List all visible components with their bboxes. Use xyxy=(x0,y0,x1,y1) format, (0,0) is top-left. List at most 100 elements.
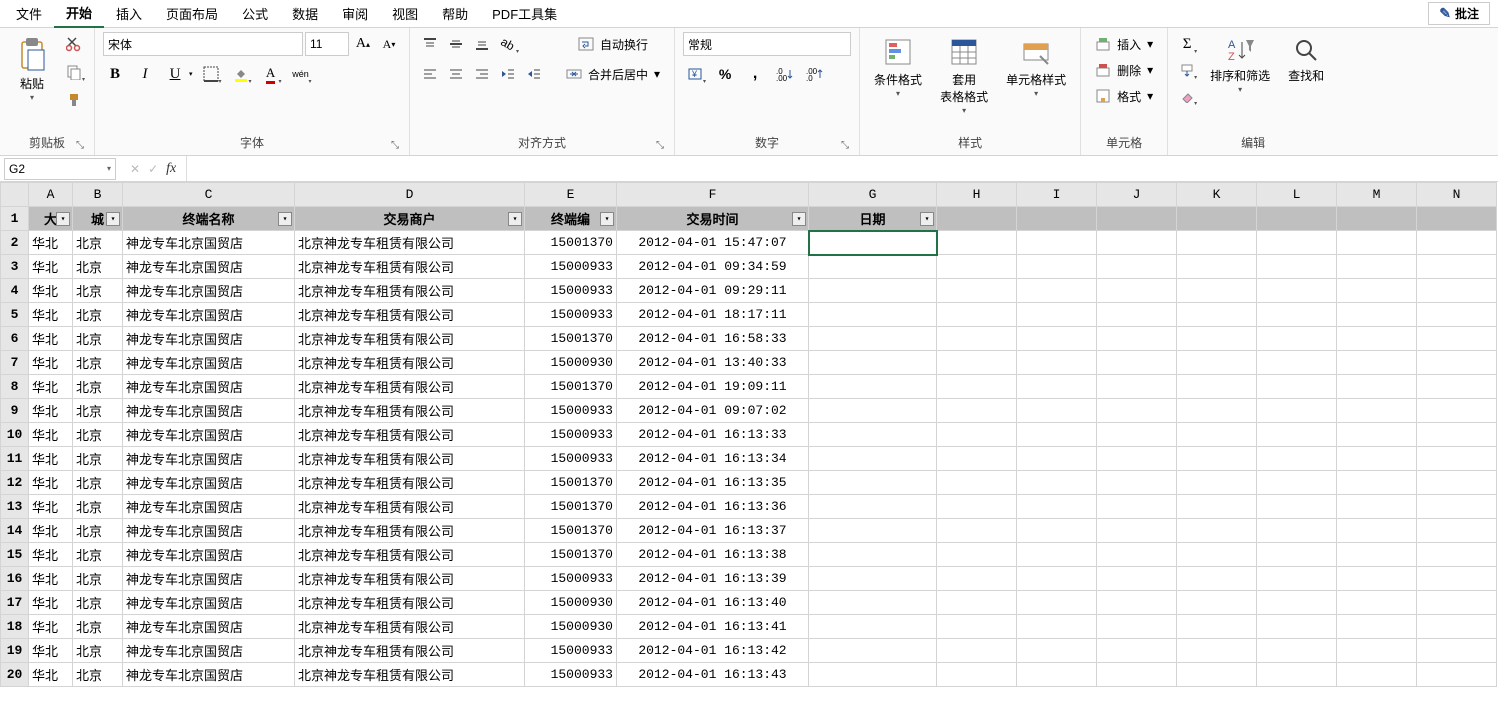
cell[interactable] xyxy=(937,615,1017,639)
cell[interactable] xyxy=(1177,303,1257,327)
cell[interactable]: 2012-04-01 16:13:38 xyxy=(617,543,809,567)
format-cells-button[interactable]: 格式▾ xyxy=(1089,84,1159,108)
col-header-G[interactable]: G xyxy=(809,183,937,207)
header-cell[interactable]: 终端编▾ xyxy=(525,207,617,231)
cell[interactable] xyxy=(1177,399,1257,423)
cell[interactable] xyxy=(1337,471,1417,495)
cell[interactable]: 2012-04-01 16:13:33 xyxy=(617,423,809,447)
cell[interactable]: 15000933 xyxy=(525,639,617,663)
cell[interactable]: 2012-04-01 09:34:59 xyxy=(617,255,809,279)
decrease-indent-button[interactable] xyxy=(496,62,520,86)
cell[interactable]: 15000930 xyxy=(525,591,617,615)
header-cell[interactable]: 日期▾ xyxy=(809,207,937,231)
menu-tab-review[interactable]: 审阅 xyxy=(330,0,380,27)
cell[interactable] xyxy=(1177,543,1257,567)
cell[interactable]: 北京神龙专车租赁有限公司 xyxy=(295,663,525,687)
row-header[interactable]: 12 xyxy=(1,471,29,495)
cell[interactable]: 神龙专车北京国贸店 xyxy=(123,663,295,687)
cell[interactable] xyxy=(1337,591,1417,615)
cell[interactable] xyxy=(1257,663,1337,687)
cell[interactable] xyxy=(937,471,1017,495)
cell[interactable] xyxy=(1337,447,1417,471)
row-header[interactable]: 15 xyxy=(1,543,29,567)
cell[interactable]: 华北 xyxy=(29,351,73,375)
cell[interactable]: 北京 xyxy=(73,519,123,543)
filter-dropdown-icon[interactable]: ▾ xyxy=(56,212,70,226)
cell[interactable]: 北京神龙专车租赁有限公司 xyxy=(295,303,525,327)
align-center-button[interactable] xyxy=(444,62,468,86)
accounting-format-button[interactable]: ¥▾ xyxy=(683,62,707,86)
cell[interactable]: 华北 xyxy=(29,423,73,447)
cell[interactable]: 北京 xyxy=(73,471,123,495)
cell[interactable] xyxy=(937,519,1017,543)
cell[interactable] xyxy=(809,591,937,615)
row-header[interactable]: 19 xyxy=(1,639,29,663)
cell[interactable] xyxy=(1177,351,1257,375)
cell[interactable]: 2012-04-01 16:13:39 xyxy=(617,567,809,591)
cell[interactable] xyxy=(1337,231,1417,255)
cell[interactable] xyxy=(937,303,1017,327)
cell[interactable] xyxy=(1257,615,1337,639)
cell[interactable] xyxy=(1257,447,1337,471)
cell[interactable] xyxy=(1417,447,1497,471)
filter-dropdown-icon[interactable]: ▾ xyxy=(508,212,522,226)
cell[interactable] xyxy=(1017,423,1097,447)
cell[interactable]: 2012-04-01 09:07:02 xyxy=(617,399,809,423)
cell[interactable]: 北京神龙专车租赁有限公司 xyxy=(295,231,525,255)
cell[interactable] xyxy=(1337,399,1417,423)
cell[interactable]: 15000930 xyxy=(525,351,617,375)
header-cell[interactable]: 终端名称▾ xyxy=(123,207,295,231)
cell[interactable]: 15000933 xyxy=(525,423,617,447)
cell[interactable]: 北京神龙专车租赁有限公司 xyxy=(295,567,525,591)
cell[interactable] xyxy=(809,231,937,255)
cell[interactable]: 华北 xyxy=(29,279,73,303)
cell[interactable] xyxy=(1097,351,1177,375)
row-header[interactable]: 13 xyxy=(1,495,29,519)
filter-dropdown-icon[interactable]: ▾ xyxy=(106,212,120,226)
cell[interactable] xyxy=(1017,591,1097,615)
cell[interactable]: 北京 xyxy=(73,351,123,375)
cell[interactable]: 华北 xyxy=(29,615,73,639)
cell[interactable] xyxy=(1017,543,1097,567)
cell[interactable]: 15000930 xyxy=(525,615,617,639)
cell[interactable] xyxy=(1097,567,1177,591)
align-right-button[interactable] xyxy=(470,62,494,86)
cell[interactable] xyxy=(1097,663,1177,687)
cell[interactable]: 华北 xyxy=(29,447,73,471)
cell[interactable] xyxy=(1017,255,1097,279)
cell[interactable]: 北京 xyxy=(73,255,123,279)
cell[interactable] xyxy=(1337,279,1417,303)
cell[interactable] xyxy=(809,399,937,423)
cell[interactable]: 神龙专车北京国贸店 xyxy=(123,399,295,423)
cell[interactable] xyxy=(1017,327,1097,351)
cell[interactable] xyxy=(809,519,937,543)
number-format-select[interactable] xyxy=(683,32,851,56)
cell[interactable]: 15001370 xyxy=(525,495,617,519)
cell[interactable]: 神龙专车北京国贸店 xyxy=(123,279,295,303)
cell[interactable] xyxy=(1417,543,1497,567)
cell[interactable]: 神龙专车北京国贸店 xyxy=(123,351,295,375)
cell[interactable] xyxy=(809,567,937,591)
cell[interactable]: 2012-04-01 18:17:11 xyxy=(617,303,809,327)
cell[interactable]: 华北 xyxy=(29,639,73,663)
cell[interactable]: 15000933 xyxy=(525,447,617,471)
filter-dropdown-icon[interactable]: ▾ xyxy=(792,212,806,226)
filter-dropdown-icon[interactable]: ▾ xyxy=(920,212,934,226)
cell[interactable]: 15001370 xyxy=(525,231,617,255)
cell[interactable]: 2012-04-01 16:13:40 xyxy=(617,591,809,615)
cell[interactable] xyxy=(1257,255,1337,279)
cell[interactable] xyxy=(937,663,1017,687)
menu-tab-file[interactable]: 文件 xyxy=(4,0,54,27)
cell[interactable]: 15000933 xyxy=(525,399,617,423)
cell[interactable]: 北京 xyxy=(73,399,123,423)
cell[interactable]: 华北 xyxy=(29,303,73,327)
row-header[interactable]: 9 xyxy=(1,399,29,423)
cell[interactable] xyxy=(1097,375,1177,399)
cell[interactable] xyxy=(937,423,1017,447)
cell[interactable] xyxy=(1257,423,1337,447)
underline-button[interactable]: U xyxy=(163,62,187,86)
menu-tab-help[interactable]: 帮助 xyxy=(430,0,480,27)
cell[interactable]: 北京神龙专车租赁有限公司 xyxy=(295,543,525,567)
cell[interactable] xyxy=(1337,375,1417,399)
cell[interactable] xyxy=(1337,255,1417,279)
